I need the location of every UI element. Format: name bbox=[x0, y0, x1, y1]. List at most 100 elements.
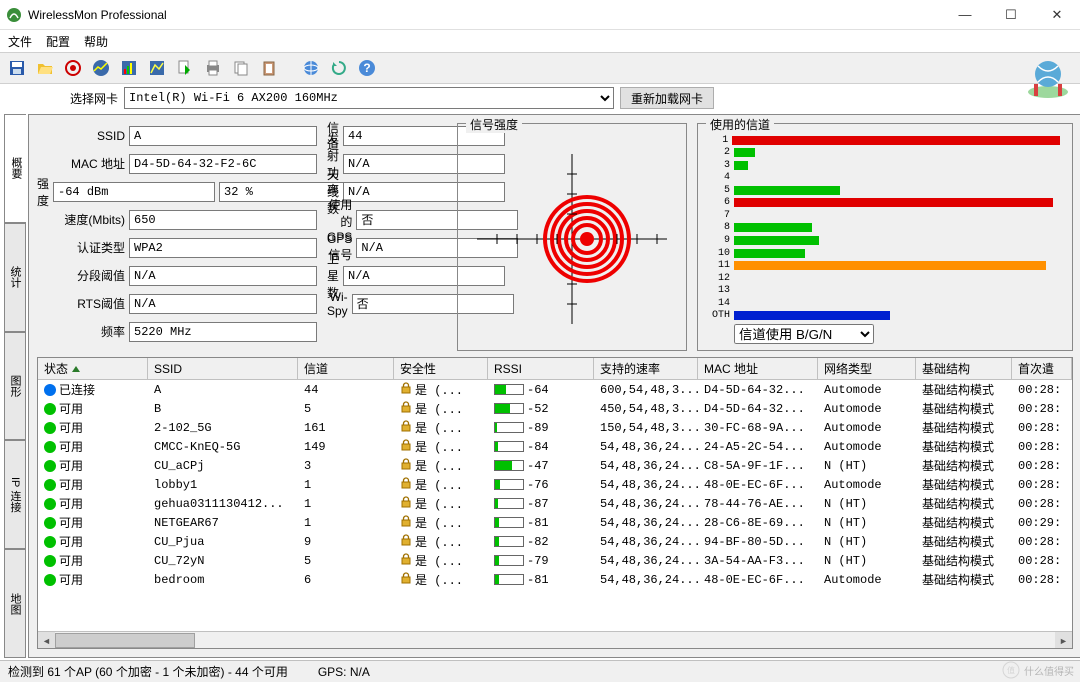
channel-bar-row: OTH bbox=[706, 310, 1060, 322]
cell-rates: 150,54,48,3... bbox=[594, 421, 698, 435]
table-row[interactable]: 可用NETGEAR671是 (...-8154,48,36,24...28-C6… bbox=[38, 513, 1072, 532]
table-row[interactable]: 可用CU_Pjua9是 (...-8254,48,36,24...94-BF-8… bbox=[38, 532, 1072, 551]
cell-channel: 5 bbox=[298, 402, 394, 416]
tab-graph[interactable]: 图形 bbox=[4, 332, 26, 441]
table-row[interactable]: 可用gehua0311130412...1是 (...-8754,48,36,2… bbox=[38, 494, 1072, 513]
channel-bar-row: 12 bbox=[706, 272, 1060, 284]
clipboard-icon[interactable] bbox=[256, 55, 282, 81]
tab-map[interactable]: 地图 bbox=[4, 549, 26, 658]
cell-ssid: CMCC-KnEQ-5G bbox=[148, 440, 298, 454]
lock-icon bbox=[400, 458, 412, 474]
col-first[interactable]: 首次遣 bbox=[1012, 358, 1072, 379]
table-row[interactable]: 可用2-102_5G161是 (...-89150,54,48,3...30-F… bbox=[38, 418, 1072, 437]
col-mac[interactable]: MAC 地址 bbox=[698, 358, 818, 379]
adapter-select[interactable]: Intel(R) Wi-Fi 6 AX200 160MHz bbox=[124, 87, 614, 109]
cell-ssid: lobby1 bbox=[148, 478, 298, 492]
table-row[interactable]: 已连接A44是 (...-64600,54,48,3...D4-5D-64-32… bbox=[38, 380, 1072, 399]
channel-bar-row: 4 bbox=[706, 172, 1060, 184]
col-rssi[interactable]: RSSI bbox=[488, 358, 594, 379]
rssi-bar bbox=[494, 441, 524, 452]
save-icon[interactable] bbox=[4, 55, 30, 81]
cell-infra: 基础结构模式 bbox=[916, 457, 1012, 474]
cell-rates: 600,54,48,3... bbox=[594, 383, 698, 397]
table-row[interactable]: 可用CMCC-KnEQ-5G149是 (...-8454,48,36,24...… bbox=[38, 437, 1072, 456]
cell-rssi: -52 bbox=[527, 402, 549, 416]
print-icon[interactable] bbox=[200, 55, 226, 81]
svg-text:?: ? bbox=[363, 61, 370, 75]
rssi-bar bbox=[494, 536, 524, 547]
tab-ip-conn[interactable]: IP 连接 bbox=[4, 440, 26, 549]
minimize-button[interactable]: — bbox=[942, 0, 988, 29]
tab-stats[interactable]: 统计 bbox=[4, 223, 26, 332]
scroll-left-icon[interactable]: ◄ bbox=[38, 632, 55, 649]
menu-help[interactable]: 帮助 bbox=[84, 33, 108, 50]
reload-adapter-button[interactable]: 重新加载网卡 bbox=[620, 87, 714, 109]
cell-mac: D4-5D-64-32... bbox=[698, 383, 818, 397]
open-icon[interactable] bbox=[32, 55, 58, 81]
channel-number: OTH bbox=[706, 310, 730, 321]
speed-label: 速度(Mbits) bbox=[37, 211, 125, 228]
table-row[interactable]: 可用CU_72yN5是 (...-7954,48,36,24...3A-54-A… bbox=[38, 551, 1072, 570]
status-dot-icon bbox=[44, 479, 56, 491]
titlebar: WirelessMon Professional — ☐ ✕ bbox=[0, 0, 1080, 30]
table-row[interactable]: 可用CU_aCPj3是 (...-4754,48,36,24...C8-5A-9… bbox=[38, 456, 1072, 475]
maximize-button[interactable]: ☐ bbox=[988, 0, 1034, 29]
tab-summary[interactable]: 概要 bbox=[4, 114, 26, 223]
channel-usage-select[interactable]: 信道使用 B/G/N bbox=[734, 324, 874, 344]
col-infra[interactable]: 基础结构 bbox=[916, 358, 1012, 379]
cell-ssid: A bbox=[148, 383, 298, 397]
table-row[interactable]: 可用bedroom6是 (...-8154,48,36,24...48-0E-E… bbox=[38, 570, 1072, 589]
table-row[interactable]: 可用B5是 (...-52450,54,48,3...D4-5D-64-32..… bbox=[38, 399, 1072, 418]
grid-hscroll[interactable]: ◄ ► bbox=[38, 631, 1072, 648]
channel-bar bbox=[734, 236, 819, 245]
copy-icon[interactable] bbox=[228, 55, 254, 81]
ap-grid: 状态 SSID 信道 安全性 RSSI 支持的速率 MAC 地址 网络类型 基础… bbox=[37, 357, 1073, 649]
col-ssid[interactable]: SSID bbox=[148, 358, 298, 379]
col-channel[interactable]: 信道 bbox=[298, 358, 394, 379]
cell-first: 00:28: bbox=[1012, 440, 1072, 454]
cell-nettype: Automode bbox=[818, 478, 916, 492]
strength-dbm-field bbox=[53, 182, 215, 202]
channel-bar-row: 14 bbox=[706, 297, 1060, 309]
lock-icon bbox=[400, 420, 412, 436]
cell-mac: 94-BF-80-5D... bbox=[698, 535, 818, 549]
refresh-icon[interactable] bbox=[326, 55, 352, 81]
chart-icon[interactable] bbox=[88, 55, 114, 81]
grid-body[interactable]: 已连接A44是 (...-64600,54,48,3...D4-5D-64-32… bbox=[38, 380, 1072, 631]
scroll-right-icon[interactable]: ► bbox=[1055, 632, 1072, 649]
target-icon[interactable] bbox=[60, 55, 86, 81]
lock-icon bbox=[400, 515, 412, 531]
cell-first: 00:28: bbox=[1012, 497, 1072, 511]
cell-security: 是 (... bbox=[415, 381, 463, 398]
lock-icon bbox=[400, 382, 412, 398]
rssi-bar bbox=[494, 422, 524, 433]
cell-channel: 1 bbox=[298, 516, 394, 530]
col-status[interactable]: 状态 bbox=[38, 358, 148, 379]
status-dot-icon bbox=[44, 555, 56, 567]
menu-config[interactable]: 配置 bbox=[46, 33, 70, 50]
col-rates[interactable]: 支持的速率 bbox=[594, 358, 698, 379]
main-panel: SSID MAC 地址 强度 速度(Mbits) 认证类型 分段阈值 RTS阈值… bbox=[28, 114, 1080, 658]
channel-bar-row: 7 bbox=[706, 209, 1060, 221]
cell-ssid: 2-102_5G bbox=[148, 421, 298, 435]
globe-icon[interactable] bbox=[298, 55, 324, 81]
status-gps: GPS: N/A bbox=[318, 665, 370, 679]
help-icon[interactable]: ? bbox=[354, 55, 380, 81]
scroll-thumb[interactable] bbox=[55, 633, 195, 648]
col-security[interactable]: 安全性 bbox=[394, 358, 488, 379]
close-button[interactable]: ✕ bbox=[1034, 0, 1080, 29]
channel-bar-row: 10 bbox=[706, 247, 1060, 259]
col-nettype[interactable]: 网络类型 bbox=[818, 358, 916, 379]
export-icon[interactable] bbox=[172, 55, 198, 81]
menu-file[interactable]: 文件 bbox=[8, 33, 32, 50]
cell-rssi: -81 bbox=[527, 573, 549, 587]
signal-target-icon bbox=[467, 144, 677, 334]
wispy-label: Wi-Spy bbox=[327, 290, 348, 318]
cell-infra: 基础结构模式 bbox=[916, 571, 1012, 588]
graph2-icon[interactable] bbox=[144, 55, 170, 81]
cell-mac: 28-C6-8E-69... bbox=[698, 516, 818, 530]
table-row[interactable]: 可用lobby11是 (...-7654,48,36,24...48-0E-EC… bbox=[38, 475, 1072, 494]
rssi-bar bbox=[494, 384, 524, 395]
graph1-icon[interactable] bbox=[116, 55, 142, 81]
cell-ssid: B bbox=[148, 402, 298, 416]
